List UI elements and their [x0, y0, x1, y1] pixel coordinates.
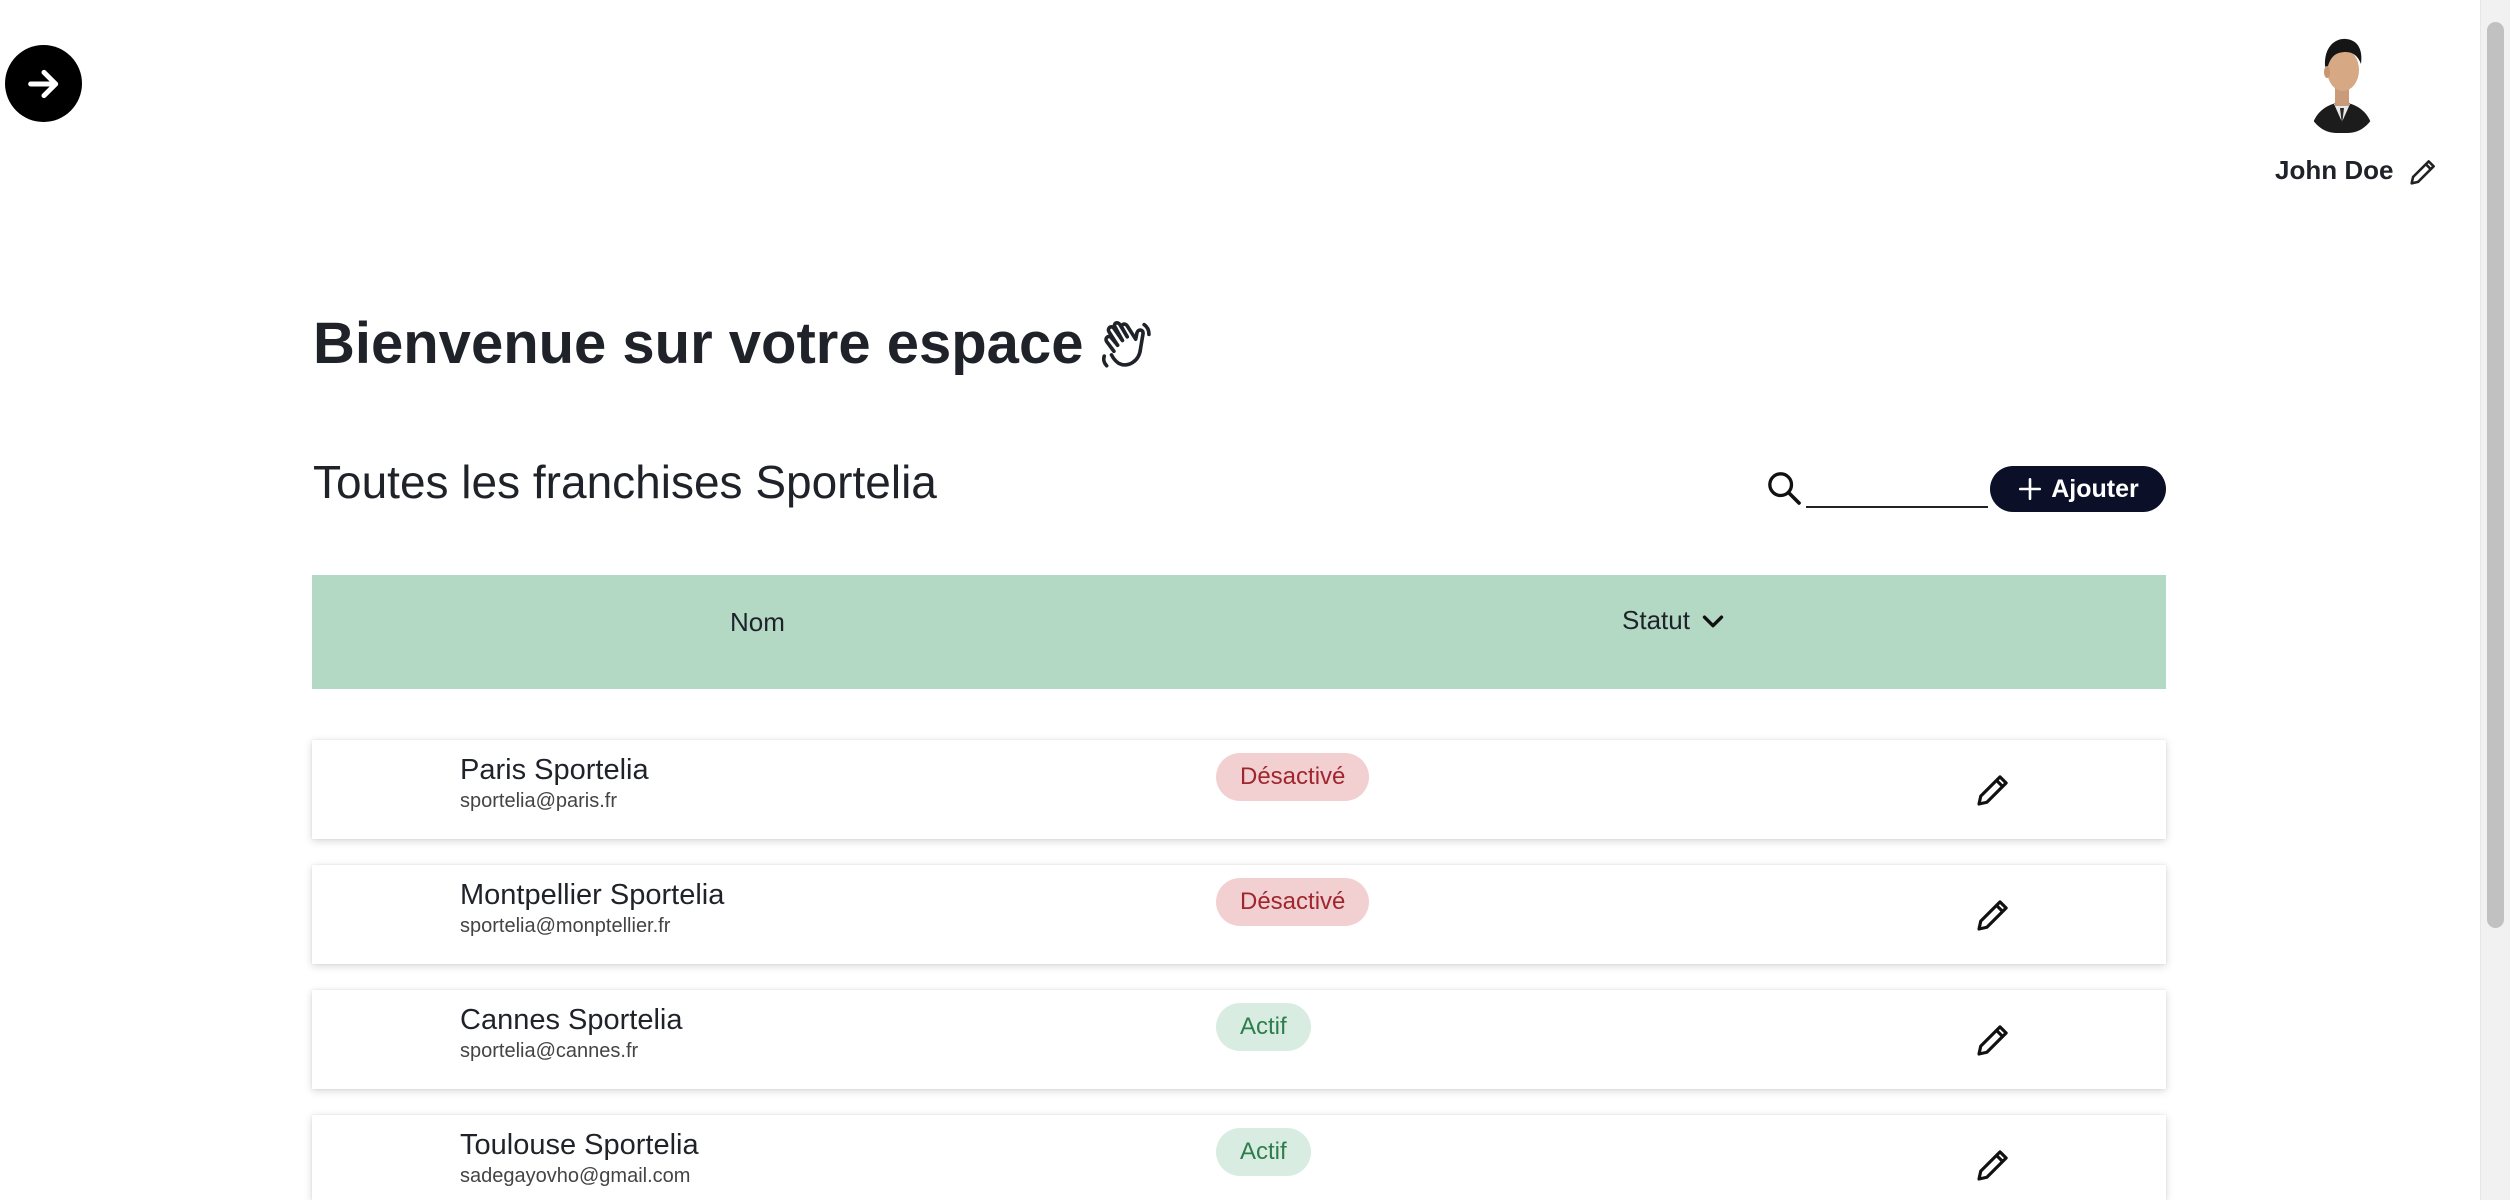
add-franchise-button[interactable]: Ajouter: [1990, 466, 2166, 512]
franchise-name: Paris Sportelia: [460, 754, 649, 786]
column-header-name: Nom: [730, 607, 785, 637]
edit-icon[interactable]: [1972, 1144, 2014, 1186]
franchise-email: sportelia@paris.fr: [460, 790, 618, 812]
user-avatar[interactable]: [2306, 30, 2378, 133]
table-row[interactable]: Montpellier Sportelia sportelia@monptell…: [312, 865, 2166, 964]
scrollbar-thumb[interactable]: [2487, 22, 2504, 928]
navigation-toggle-button[interactable]: [5, 45, 82, 122]
add-button-label: Ajouter: [2051, 474, 2139, 503]
franchise-email: sadegayovho@gmail.com: [460, 1165, 691, 1187]
welcome-heading: Bienvenue sur votre espace: [313, 310, 1155, 377]
waving-hand-icon: [1102, 320, 1152, 368]
status-badge: Désactivé: [1216, 753, 1370, 801]
edit-icon[interactable]: [1972, 894, 2014, 936]
franchise-name: Toulouse Sportelia: [460, 1129, 699, 1161]
status-badge: Désactivé: [1216, 878, 1370, 926]
table-row[interactable]: Paris Sportelia sportelia@paris.fr Désac…: [312, 740, 2166, 839]
edit-icon[interactable]: [1972, 1019, 2014, 1061]
section-title: Toutes les franchises Sportelia: [313, 456, 937, 508]
welcome-title: Bienvenue sur votre espace: [313, 311, 1084, 376]
plus-icon: [2019, 477, 2042, 501]
chevron-down-icon: [1702, 615, 1724, 628]
search-icon[interactable]: [1764, 468, 1804, 508]
table-header: Nom Statut: [312, 575, 2166, 689]
franchise-name: Cannes Sportelia: [460, 1004, 683, 1036]
franchise-email: sportelia@cannes.fr: [460, 1040, 639, 1062]
column-header-status[interactable]: Statut: [1622, 603, 1730, 637]
edit-icon[interactable]: [1972, 769, 2014, 811]
vertical-scrollbar[interactable]: [2480, 0, 2510, 1200]
franchise-name: Montpellier Sportelia: [460, 879, 725, 911]
user-name: John Doe: [2275, 155, 2394, 185]
edit-profile-icon[interactable]: [2406, 155, 2440, 189]
status-badge: Actif: [1216, 1003, 1311, 1051]
arrow-right-icon: [27, 69, 58, 98]
status-badge: Actif: [1216, 1128, 1311, 1176]
franchise-email: sportelia@monptellier.fr: [460, 915, 671, 937]
table-row[interactable]: Toulouse Sportelia sadegayovho@gmail.com…: [312, 1115, 2166, 1200]
table-row[interactable]: Cannes Sportelia sportelia@cannes.fr Act…: [312, 990, 2166, 1089]
search-input[interactable]: [1806, 470, 1988, 508]
status-header-label: Statut: [1622, 604, 1690, 635]
